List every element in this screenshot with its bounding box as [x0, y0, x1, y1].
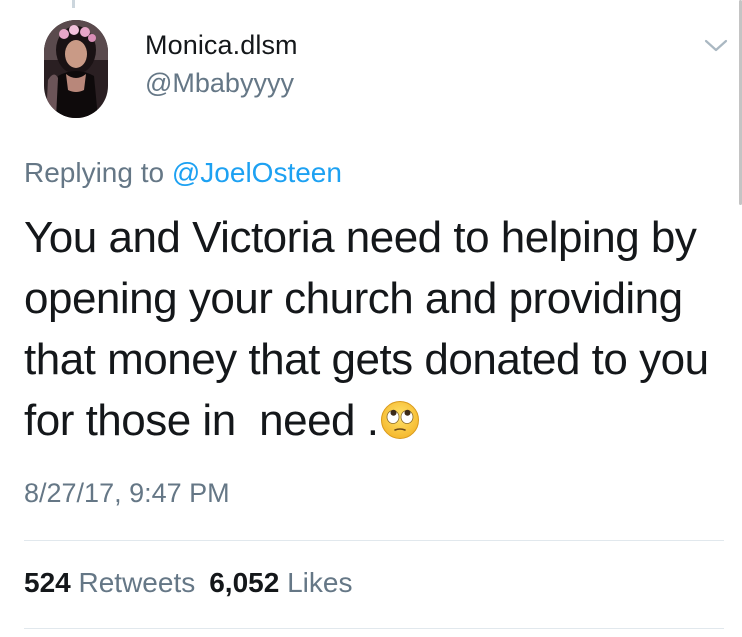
tweet-text-line: You and Victoria need to helping by — [24, 213, 697, 262]
tweet-text-line: that money that gets donated to you — [24, 335, 709, 384]
tweet-text: You and Victoria need to helping by open… — [24, 207, 724, 451]
likes-label: Likes — [287, 567, 353, 598]
author-handle[interactable]: @Mbabyyyy — [145, 68, 294, 99]
likes-stat[interactable]: 6,052 Likes — [209, 567, 352, 599]
tweet-text-line-last: for those in need . — [24, 390, 724, 451]
likes-count: 6,052 — [209, 567, 280, 598]
divider — [24, 628, 724, 629]
retweets-stat[interactable]: 524 Retweets — [24, 567, 195, 599]
divider — [24, 540, 724, 541]
tweet-text-line: opening your church and providing — [24, 274, 683, 323]
avatar-image — [44, 20, 108, 118]
chevron-down-icon[interactable] — [703, 36, 729, 56]
replying-to-mention-link[interactable]: @JoelOsteen — [172, 157, 342, 188]
replying-to-label: Replying to — [24, 157, 172, 188]
rolling-eyes-emoji-icon — [381, 401, 420, 439]
avatar[interactable] — [44, 20, 108, 118]
tweet-timestamp[interactable]: 8/27/17, 9:47 PM — [24, 478, 230, 509]
tweet-stats: 524 Retweets 6,052 Likes — [24, 567, 352, 599]
tweet-text-line-text: for those in need . — [24, 396, 379, 445]
author-display-name[interactable]: Monica.dlsm — [145, 30, 298, 61]
thread-connector-line — [72, 0, 75, 8]
retweets-label: Retweets — [78, 567, 196, 598]
retweets-count: 524 — [24, 567, 71, 598]
replying-to-line: Replying to @JoelOsteen — [24, 157, 342, 189]
